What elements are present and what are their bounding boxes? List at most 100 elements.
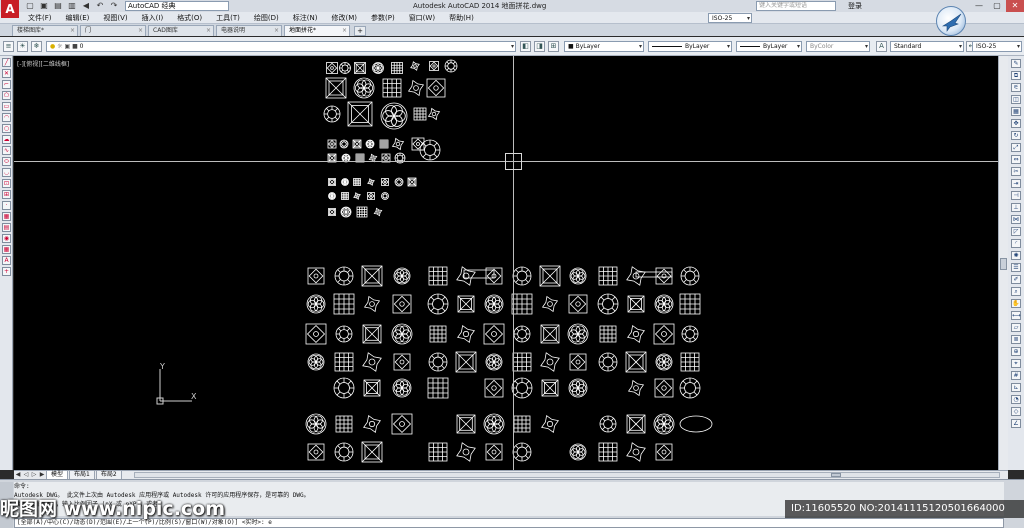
- zoom-icon[interactable]: ⌕: [1011, 287, 1021, 296]
- floor-pattern-block[interactable]: [569, 443, 587, 461]
- menu-file[interactable]: 文件(F): [28, 12, 52, 24]
- border-strip-block[interactable]: [635, 271, 673, 278]
- maximize-button[interactable]: ▢: [988, 0, 1006, 12]
- layer-state-icon[interactable]: ☀: [17, 41, 28, 52]
- floor-pattern-block[interactable]: [325, 77, 347, 99]
- rotate-icon[interactable]: ↻: [1011, 131, 1021, 140]
- insert-block-icon[interactable]: ⊡: [2, 179, 11, 188]
- floor-pattern-block[interactable]: [627, 295, 645, 313]
- floor-pattern-block[interactable]: [511, 293, 533, 315]
- tab-close-icon[interactable]: ×: [206, 26, 211, 36]
- gradient-icon[interactable]: ▤: [2, 223, 11, 232]
- save-as-icon[interactable]: ▥: [66, 1, 78, 11]
- move-icon[interactable]: ✥: [1011, 119, 1021, 128]
- floor-pattern-block[interactable]: [328, 178, 336, 186]
- floor-pattern-block[interactable]: [597, 293, 619, 315]
- floor-pattern-block[interactable]: [392, 294, 412, 314]
- menu-format[interactable]: 格式(O): [177, 12, 202, 24]
- floor-pattern-block[interactable]: [339, 62, 351, 74]
- make-block-icon[interactable]: ⊞: [2, 190, 11, 199]
- scale-icon[interactable]: ⤢: [1011, 143, 1021, 152]
- floor-pattern-block[interactable]: [327, 139, 337, 149]
- first-tab-arrow-icon[interactable]: ◀: [14, 471, 22, 479]
- vertical-scrollbar[interactable]: [998, 56, 1008, 470]
- floor-pattern-block[interactable]: [513, 325, 531, 343]
- line-icon[interactable]: ╱: [2, 58, 11, 67]
- floor-pattern-block[interactable]: [353, 77, 375, 99]
- floor-pattern-block[interactable]: [655, 267, 673, 285]
- save-icon[interactable]: ▤: [52, 1, 64, 11]
- floor-pattern-block[interactable]: [333, 293, 355, 315]
- join-icon[interactable]: ⋈: [1011, 215, 1021, 224]
- floor-pattern-block[interactable]: [427, 107, 441, 121]
- floor-pattern-block[interactable]: [382, 78, 402, 98]
- region-icon[interactable]: ◉: [2, 234, 11, 243]
- id-point-icon[interactable]: ⊕: [1011, 347, 1021, 356]
- new-tab-button[interactable]: +: [354, 26, 366, 36]
- floor-pattern-block[interactable]: [361, 441, 383, 463]
- floor-pattern-block[interactable]: [540, 324, 560, 344]
- floor-pattern-block[interactable]: [484, 294, 504, 314]
- floor-pattern-block[interactable]: [367, 178, 375, 186]
- floor-pattern-block[interactable]: [340, 206, 352, 218]
- spline-icon[interactable]: ∿: [2, 146, 11, 155]
- grid-icon[interactable]: #: [1011, 371, 1021, 380]
- floor-pattern-block[interactable]: [680, 352, 700, 372]
- close-button[interactable]: ✕: [1006, 0, 1024, 12]
- floor-pattern-block[interactable]: [362, 352, 382, 372]
- doc-tab-floor-pattern[interactable]: 地面拼花* ×: [284, 25, 350, 36]
- floor-pattern-block[interactable]: [335, 325, 353, 343]
- floor-pattern-block[interactable]: [391, 62, 403, 74]
- text-style-icon[interactable]: A: [876, 41, 887, 52]
- linetype-select[interactable]: ByLayer ▾: [648, 41, 732, 52]
- area-icon[interactable]: ▱: [1011, 323, 1021, 332]
- arc-icon[interactable]: ◠: [2, 113, 11, 122]
- floor-pattern-block[interactable]: [353, 178, 361, 186]
- floor-pattern-block[interactable]: [362, 324, 382, 344]
- next-tab-arrow-icon[interactable]: ▷: [30, 471, 38, 479]
- login-button[interactable]: 登录: [848, 0, 862, 12]
- revcloud-icon[interactable]: ☁: [2, 135, 11, 144]
- extend-icon[interactable]: ⇥: [1011, 179, 1021, 188]
- tab-close-icon[interactable]: ×: [70, 26, 75, 36]
- floor-pattern-block[interactable]: [363, 295, 381, 313]
- floor-pattern-block[interactable]: [347, 101, 373, 127]
- floor-pattern-block[interactable]: [627, 325, 645, 343]
- viewport-controls-label[interactable]: [-][俯视][二维线框]: [17, 59, 69, 68]
- doc-tab-door[interactable]: 门 ×: [80, 25, 146, 36]
- mirror-icon[interactable]: ⚟: [1011, 83, 1021, 92]
- floor-pattern-block[interactable]: [483, 413, 505, 435]
- floor-pattern-block[interactable]: [363, 379, 381, 397]
- erase-icon[interactable]: ✎: [1011, 59, 1021, 68]
- text-style-select[interactable]: Standard ▾: [890, 41, 964, 52]
- floor-pattern-block[interactable]: [306, 294, 326, 314]
- polyline-icon[interactable]: ⌐: [2, 80, 11, 89]
- floor-pattern-block[interactable]: [391, 137, 405, 151]
- floor-pattern-block[interactable]: [426, 78, 446, 98]
- floor-pattern-block[interactable]: [334, 266, 354, 286]
- floor-pattern-block[interactable]: [341, 192, 349, 200]
- floor-pattern-block[interactable]: [391, 323, 413, 345]
- menu-insert[interactable]: 插入(I): [142, 12, 164, 24]
- floor-pattern-block[interactable]: [627, 379, 645, 397]
- floor-pattern-block[interactable]: [363, 415, 381, 433]
- floor-pattern-block[interactable]: [599, 325, 617, 343]
- floor-pattern-block[interactable]: [598, 266, 618, 286]
- menu-window[interactable]: 窗口(W): [409, 12, 435, 24]
- break-point-icon[interactable]: ⊣: [1011, 191, 1021, 200]
- floor-pattern-block[interactable]: [541, 415, 559, 433]
- floor-pattern-block[interactable]: [307, 443, 325, 461]
- tab-close-icon[interactable]: ×: [138, 26, 143, 36]
- floor-pattern-block[interactable]: [569, 353, 587, 371]
- floor-pattern-block[interactable]: [334, 442, 354, 462]
- list-icon[interactable]: ≣: [1011, 335, 1021, 344]
- floor-pattern-block[interactable]: [323, 105, 341, 123]
- plotstyle-select[interactable]: ByColor ▾: [806, 41, 870, 52]
- layer-select[interactable]: ● ☼ ▣ ■ 0 ▾: [46, 41, 516, 52]
- lineweight-select[interactable]: ByLayer ▾: [736, 41, 802, 52]
- floor-pattern-block[interactable]: [391, 413, 413, 435]
- floor-pattern-block[interactable]: [457, 325, 475, 343]
- search-input[interactable]: 键入关键字或短语: [756, 1, 836, 11]
- color-select[interactable]: ■ ByLayer ▾: [564, 41, 644, 52]
- break-icon[interactable]: ⊥: [1011, 203, 1021, 212]
